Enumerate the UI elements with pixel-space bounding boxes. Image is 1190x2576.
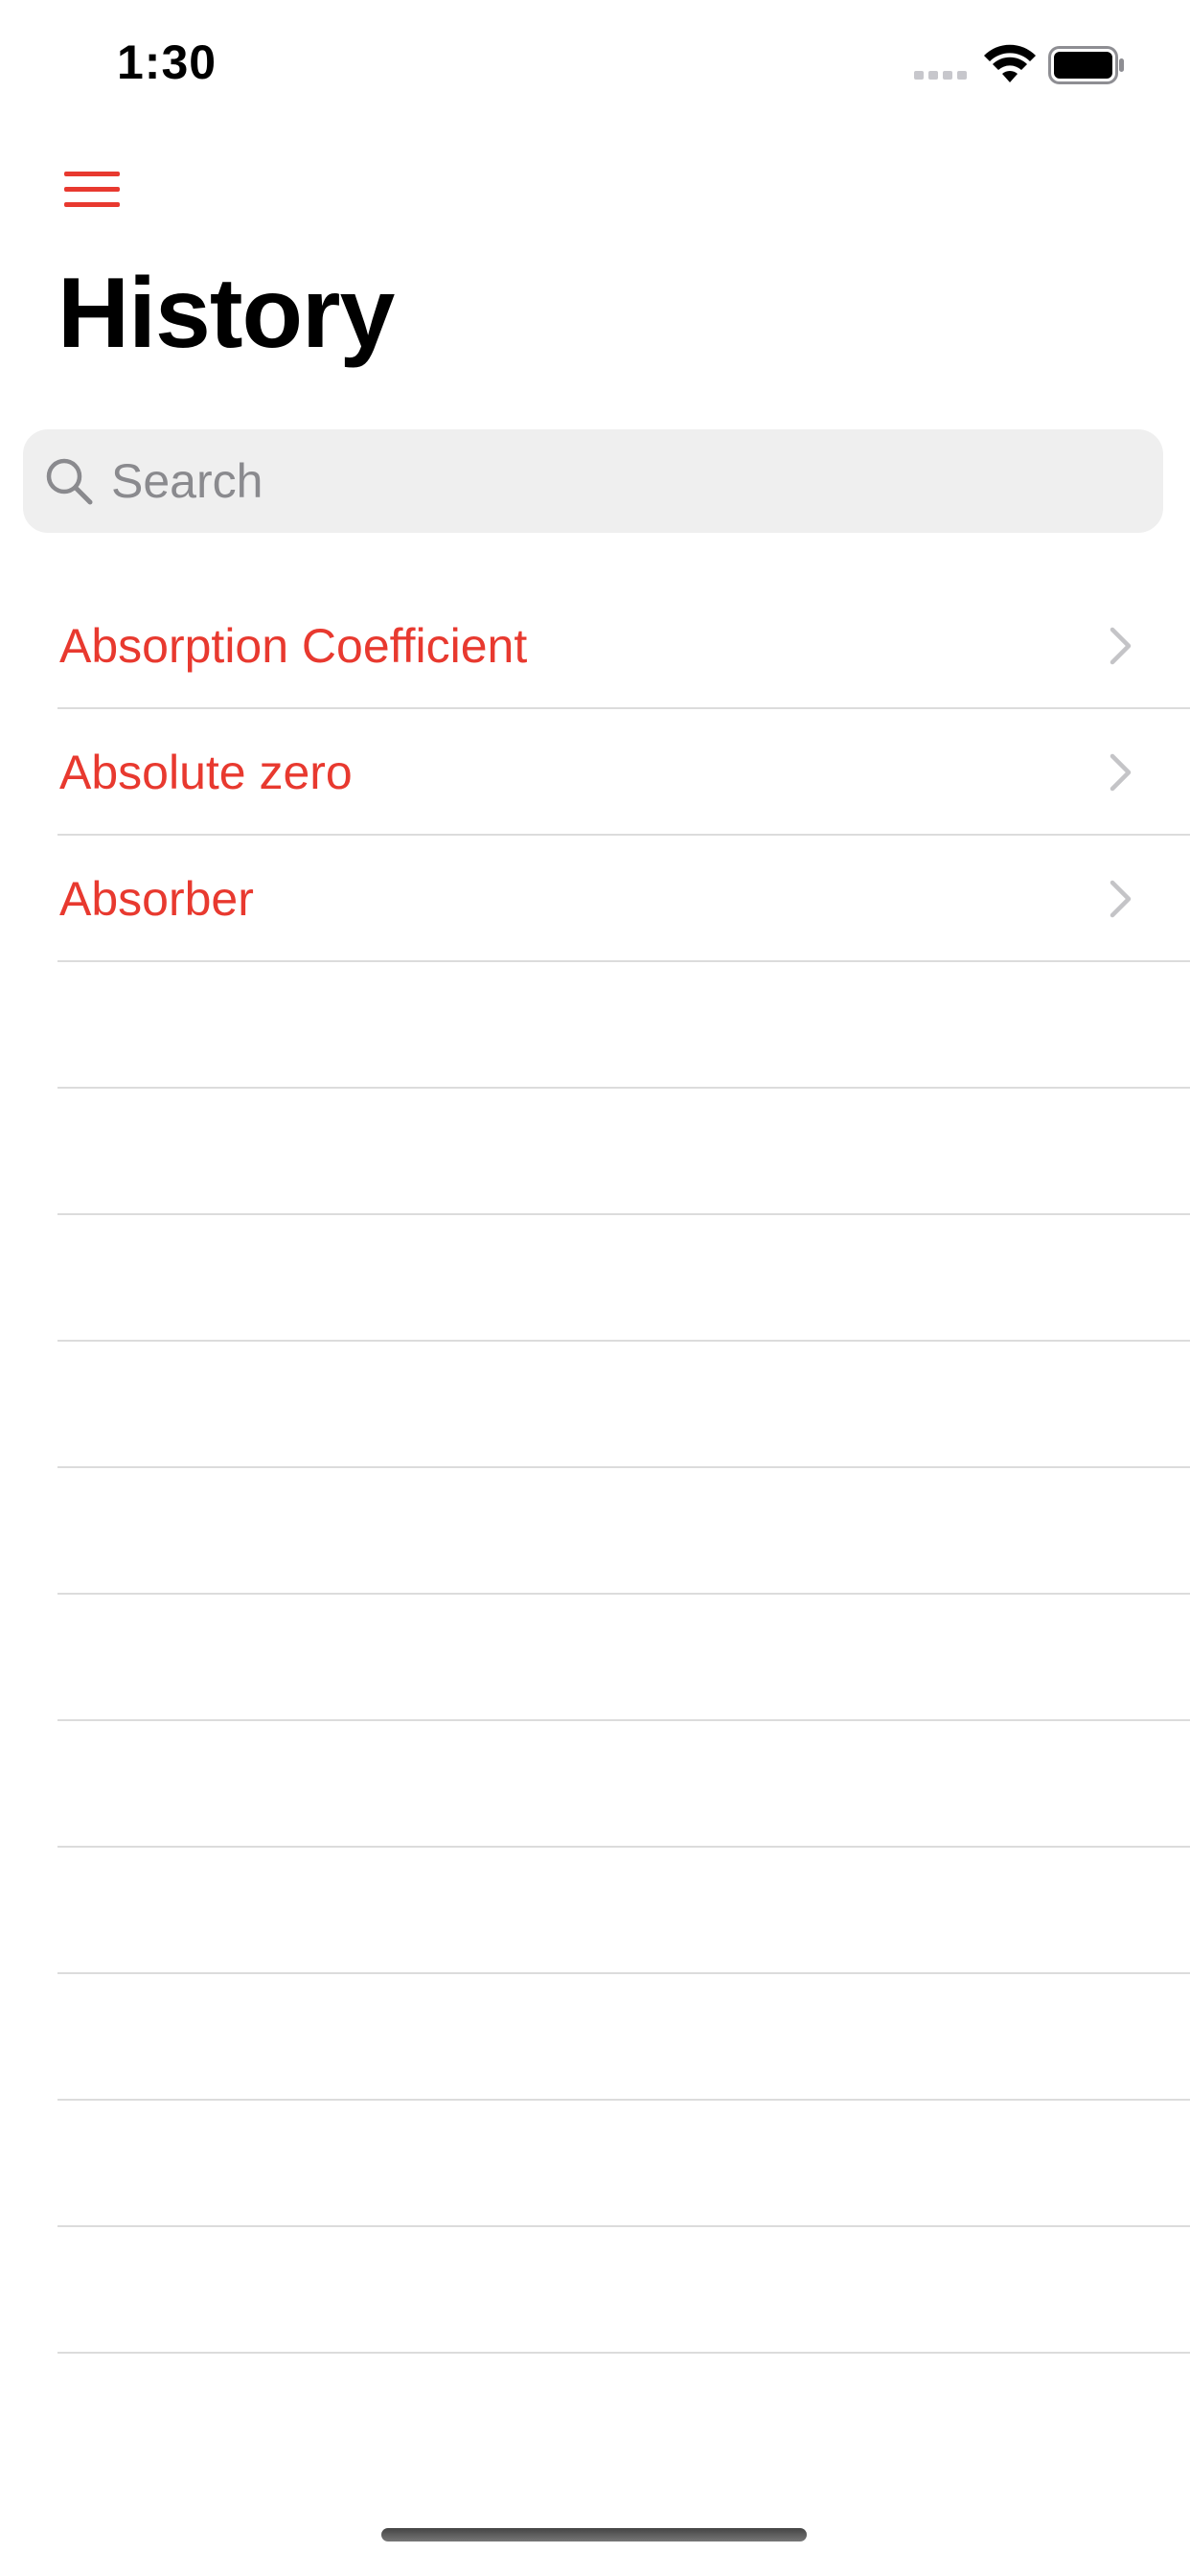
history-list: Absorption Coefficient Absolute zero Abs… <box>0 583 1190 2354</box>
list-item[interactable]: Absorber <box>0 836 1190 962</box>
status-bar: 1:30 <box>0 0 1190 126</box>
battery-full-icon <box>1048 46 1124 84</box>
empty-row <box>0 1342 1190 1468</box>
chevron-right-icon <box>1110 627 1132 665</box>
empty-row <box>0 1595 1190 1721</box>
empty-row <box>0 1468 1190 1595</box>
menu-button[interactable] <box>57 163 126 217</box>
empty-row <box>0 1089 1190 1215</box>
chevron-right-icon <box>1110 880 1132 918</box>
empty-row <box>0 2101 1190 2227</box>
hamburger-menu-icon <box>64 172 120 207</box>
chevron-right-icon <box>1110 753 1132 792</box>
empty-row <box>0 1848 1190 1974</box>
list-item-label: Absorption Coefficient <box>59 619 528 673</box>
page-title: History <box>57 258 395 369</box>
search-bar[interactable] <box>23 429 1163 533</box>
search-input[interactable] <box>111 438 1127 524</box>
list-item[interactable]: Absorption Coefficient <box>0 583 1190 709</box>
wifi-icon <box>984 44 1036 82</box>
search-icon <box>46 458 93 505</box>
status-time: 1:30 <box>117 35 217 89</box>
signal-dots-icon <box>914 71 967 80</box>
empty-row <box>0 962 1190 1089</box>
list-item-label: Absorber <box>59 872 254 926</box>
empty-row <box>0 2227 1190 2354</box>
empty-row <box>0 1974 1190 2101</box>
empty-row <box>0 1215 1190 1342</box>
row-separator <box>57 2352 1190 2354</box>
empty-row <box>0 1721 1190 1848</box>
list-item-label: Absolute zero <box>59 746 353 799</box>
home-indicator <box>381 2528 807 2542</box>
list-item[interactable]: Absolute zero <box>0 709 1190 836</box>
